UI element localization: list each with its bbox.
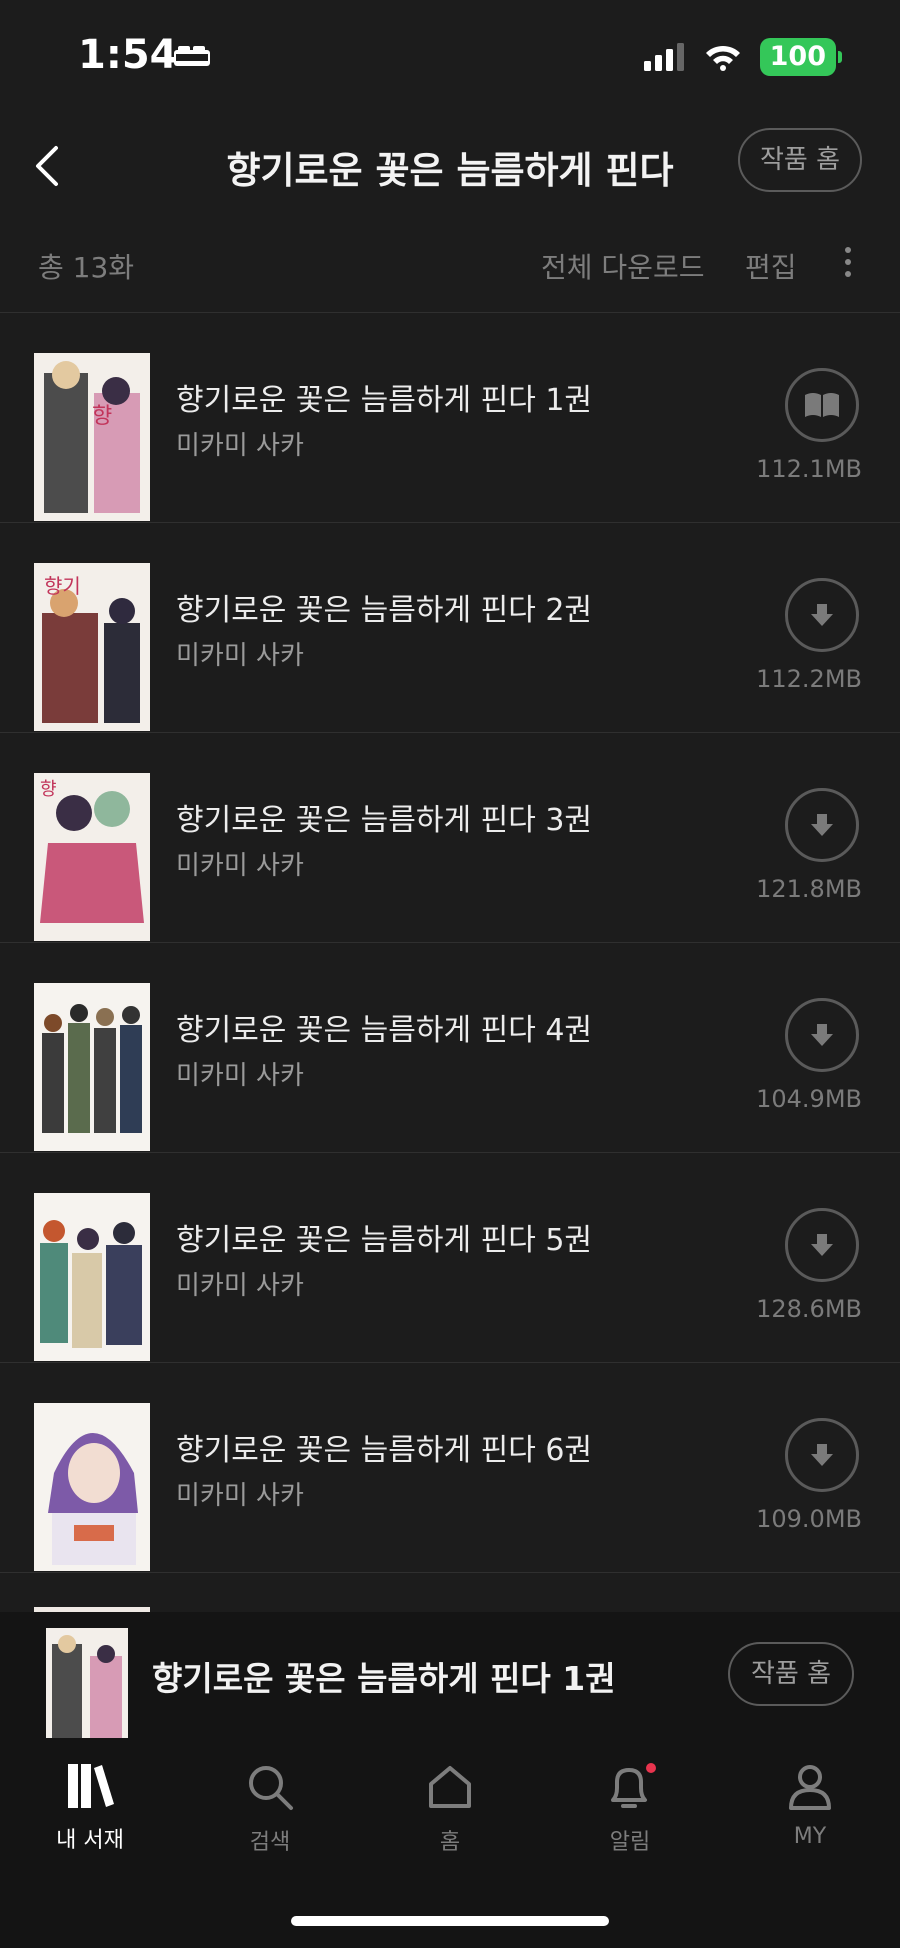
download-button[interactable]: [785, 1208, 859, 1282]
tab-label: 홈: [439, 1830, 461, 1855]
tab-label: 검색: [249, 1830, 291, 1855]
item-author: 미카미 사카: [176, 431, 304, 461]
file-size: 109.0MB: [756, 1505, 862, 1533]
item-title: 향기로운 꽃은 늠름하게 핀다 6권: [176, 1433, 593, 1468]
library-icon: [68, 1764, 114, 1808]
bell-icon: [611, 1763, 656, 1808]
file-size: 104.9MB: [756, 1085, 862, 1113]
tab-my[interactable]: MY: [750, 1762, 870, 1849]
mini-work-home-button[interactable]: 작품 홈: [728, 1642, 854, 1706]
more-options-icon[interactable]: [838, 242, 858, 286]
cellular-signal-icon: [643, 43, 684, 71]
tab-library[interactable]: 내 서재: [30, 1762, 150, 1854]
cover-thumbnail: [34, 1193, 150, 1361]
item-title: 향기로운 꽃은 늠름하게 핀다 2권: [176, 593, 593, 628]
home-icon: [429, 1766, 471, 1808]
volume-list: 향 향기로운 꽃은 늠름하게 핀다 1권 미카미 사카 112.1MB 향기 향…: [0, 313, 900, 1573]
file-size: 121.8MB: [756, 875, 862, 903]
download-all-button[interactable]: 전체 다운로드: [541, 246, 704, 286]
download-icon: [811, 604, 833, 626]
file-size: 112.1MB: [756, 455, 862, 483]
item-author: 미카미 사카: [176, 1271, 304, 1301]
item-author: 미카미 사카: [176, 1061, 304, 1091]
recent-reading-bar[interactable]: 향기로운 꽃은 늠름하게 핀다 1권 작품 홈: [0, 1612, 900, 1738]
mini-cover-thumbnail: [46, 1628, 128, 1738]
tab-search[interactable]: 검색: [210, 1762, 330, 1856]
download-button[interactable]: [785, 998, 859, 1072]
tab-notifications[interactable]: 알림: [570, 1762, 690, 1856]
item-author: 미카미 사카: [176, 641, 304, 671]
cover-thumbnail: 향기: [34, 563, 150, 731]
list-item[interactable]: 향 향기로운 꽃은 늠름하게 핀다 3권 미카미 사카 121.8MB: [0, 733, 900, 943]
cover-thumbnail: [34, 983, 150, 1151]
item-author: 미카미 사카: [176, 1481, 304, 1511]
download-button[interactable]: [785, 1418, 859, 1492]
item-title: 향기로운 꽃은 늠름하게 핀다 5권: [176, 1223, 593, 1258]
home-indicator[interactable]: [291, 1916, 609, 1926]
page-header: 향기로운 꽃은 늠름하게 핀다 작품 홈: [0, 110, 900, 220]
file-size: 128.6MB: [756, 1295, 862, 1323]
mini-title: 향기로운 꽃은 늠름하게 핀다 1권: [152, 1659, 616, 1698]
list-item[interactable]: 향기로운 꽃은 늠름하게 핀다 4권 미카미 사카 104.9MB: [0, 943, 900, 1153]
search-icon: [249, 1766, 293, 1810]
read-button[interactable]: [785, 368, 859, 442]
tab-label: 내 서재: [56, 1828, 124, 1853]
download-icon: [811, 1024, 833, 1046]
download-icon: [811, 1234, 833, 1256]
item-author: 미카미 사카: [176, 851, 304, 881]
tab-home[interactable]: 홈: [390, 1762, 510, 1856]
svg-text:향: 향: [40, 779, 57, 800]
svg-text:향: 향: [92, 404, 112, 429]
edit-button[interactable]: 편집: [745, 246, 797, 286]
list-toolbar: 총 13화 전체 다운로드 편집: [0, 220, 900, 313]
battery-indicator: 100: [759, 38, 836, 76]
svg-text:향기: 향기: [44, 574, 81, 598]
file-size: 112.2MB: [756, 665, 862, 693]
episode-count: 총 13화: [38, 251, 135, 284]
item-title: 향기로운 꽃은 늠름하게 핀다 3권: [176, 803, 593, 838]
cover-thumbnail: [34, 1403, 150, 1571]
status-time: 1:54: [78, 32, 178, 78]
list-item[interactable]: 향기로운 꽃은 늠름하게 핀다 6권 미카미 사카 109.0MB: [0, 1363, 900, 1573]
book-open-icon: [805, 393, 839, 417]
item-title: 향기로운 꽃은 늠름하게 핀다 4권: [176, 1013, 593, 1048]
battery-nub: [838, 51, 842, 63]
tab-label: MY: [793, 1824, 827, 1849]
work-home-button[interactable]: 작품 홈: [738, 128, 862, 192]
tab-label: 알림: [609, 1830, 651, 1855]
list-item[interactable]: 향기 향기로운 꽃은 늠름하게 핀다 2권 미카미 사카 112.2MB: [0, 523, 900, 733]
cover-thumbnail: 향: [34, 353, 150, 521]
wifi-icon: [705, 45, 740, 71]
person-icon: [789, 1765, 831, 1810]
sleep-mode-icon: [174, 46, 210, 66]
status-bar: 1:54 100: [0, 0, 900, 110]
download-icon: [811, 1444, 833, 1466]
item-title: 향기로운 꽃은 늠름하게 핀다 1권: [176, 383, 593, 418]
download-button[interactable]: [785, 578, 859, 652]
cover-thumbnail: 향: [34, 773, 150, 941]
download-button[interactable]: [785, 788, 859, 862]
download-icon: [811, 814, 833, 836]
list-item[interactable]: 향 향기로운 꽃은 늠름하게 핀다 1권 미카미 사카 112.1MB: [0, 313, 900, 523]
list-item[interactable]: 향기로운 꽃은 늠름하게 핀다 5권 미카미 사카 128.6MB: [0, 1153, 900, 1363]
